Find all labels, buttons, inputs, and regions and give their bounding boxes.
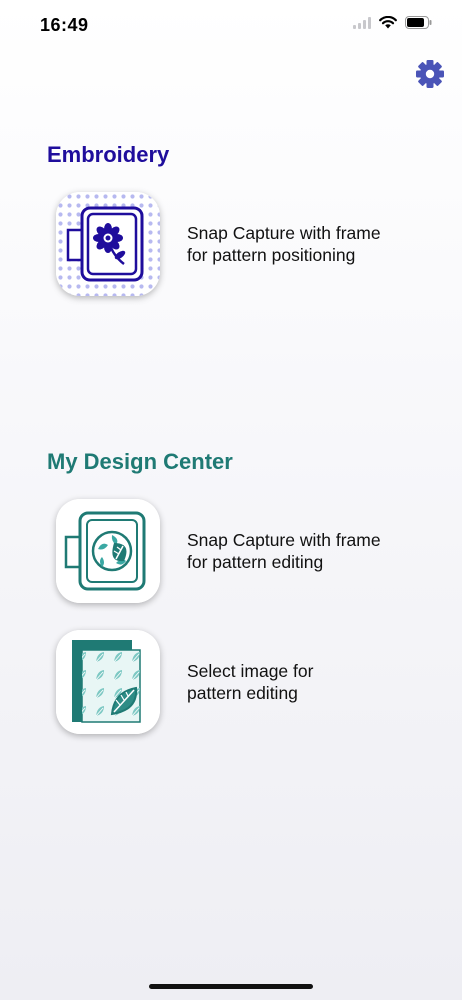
item-line-1: Snap Capture with frame <box>187 530 381 550</box>
select-image-text: Select image for pattern editing <box>187 660 427 704</box>
embroidery-snap-capture-text: Snap Capture with frame for pattern posi… <box>187 222 427 266</box>
section-title-my-design-center: My Design Center <box>47 449 233 474</box>
embroidery-snap-capture-item[interactable]: Snap Capture with frame for pattern posi… <box>56 190 436 298</box>
wifi-icon <box>379 15 397 34</box>
design-snap-capture-item[interactable]: Snap Capture with frame for pattern edit… <box>56 497 436 605</box>
signal-icon <box>353 16 371 34</box>
battery-icon <box>405 16 432 34</box>
item-line-2: for pattern editing <box>187 552 324 572</box>
home-indicator[interactable] <box>149 984 313 989</box>
item-line-2: for pattern positioning <box>187 245 356 265</box>
status-icons <box>353 15 432 34</box>
select-image-item[interactable]: Select image for pattern editing <box>56 628 436 736</box>
embroidery-frame-flower-icon <box>56 192 160 296</box>
item-line-2: pattern editing <box>187 683 298 703</box>
settings-button[interactable] <box>414 58 446 90</box>
design-frame-leaf-icon <box>56 499 160 603</box>
status-time: 16:49 <box>40 15 89 35</box>
item-line-1: Select image for <box>187 661 314 681</box>
status-bar: 16:49 <box>0 0 462 50</box>
image-leaf-pattern-icon <box>56 630 160 734</box>
design-snap-capture-text: Snap Capture with frame for pattern edit… <box>187 529 427 573</box>
item-line-1: Snap Capture with frame <box>187 223 381 243</box>
section-title-embroidery: Embroidery <box>47 142 170 167</box>
gear-icon <box>416 60 444 88</box>
